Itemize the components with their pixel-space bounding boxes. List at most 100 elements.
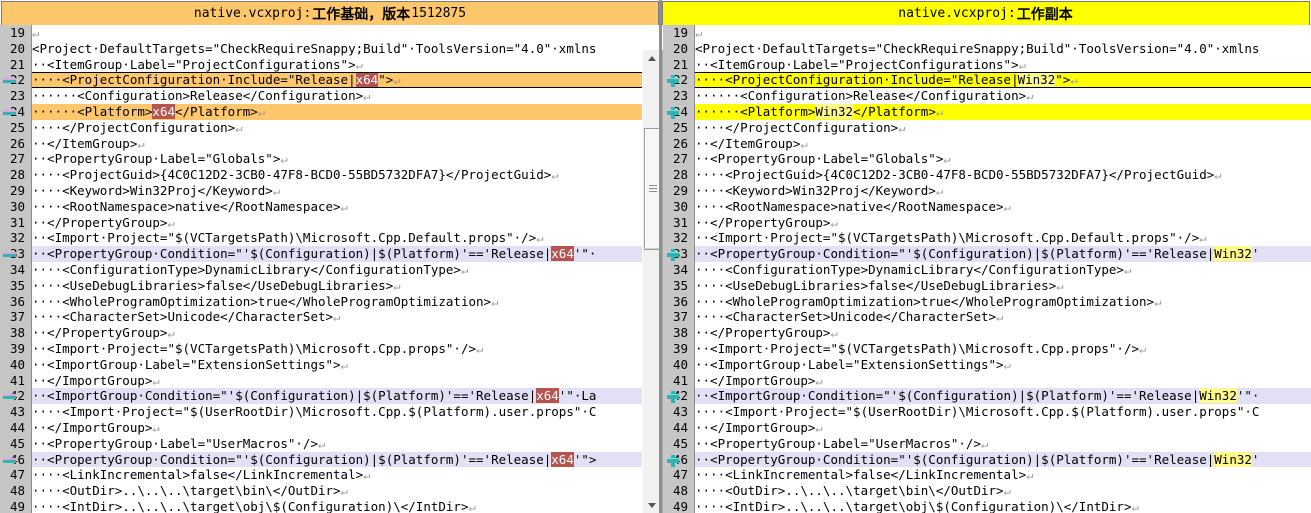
code-line-content: ··</PropertyGroup>↵ — [695, 215, 838, 232]
code-line[interactable]: 33 ··<PropertyGroup·Condition="'$(Configu… — [0, 246, 660, 262]
code-text-prefix: ··<ImportGroup·Condition="'$(Configurati… — [32, 388, 537, 404]
code-line[interactable]: 34 ····<ConfigurationType>DynamicLibrary<… — [663, 262, 1311, 278]
left-vertical-scrollbar[interactable] — [642, 50, 660, 513]
line-number: 30 — [9, 198, 25, 214]
code-line[interactable]: 43 ····<Import·Project="$(UserRootDir)\Mi… — [663, 404, 1311, 420]
code-text-suffix: '"· — [1236, 388, 1260, 404]
code-line[interactable]: 30 ····<RootNamespace>native</RootNamespa… — [663, 199, 1311, 215]
code-line[interactable]: 41 ··</ImportGroup>↵ — [663, 373, 1311, 389]
line-number: 37 — [9, 309, 25, 325]
code-line[interactable]: 29 ····<Keyword>Win32Proj</Keyword>↵ — [0, 183, 660, 199]
left-code-area[interactable]: 19 ↵ 20 <Project·DefaultTargets="CheckRequi… — [0, 25, 660, 513]
code-line[interactable]: 22 ····<ProjectConfiguration·Include="Rel… — [663, 72, 1311, 89]
code-line[interactable]: 38 ··</PropertyGroup>↵ — [663, 325, 1311, 341]
code-line[interactable]: 32 ··<Import·Project="$(VCTargetsPath)\Mi… — [0, 230, 660, 246]
line-ending-icon: ↵ — [355, 57, 363, 72]
code-line[interactable]: 19 ↵ — [0, 25, 660, 41]
code-line[interactable]: 36 ····<WholeProgramOptimization>true</Wh… — [0, 294, 660, 310]
code-line[interactable]: 28 ····<ProjectGuid>{4C0C12D2-3CB0-47F8-B… — [663, 167, 1311, 183]
code-line[interactable]: 24 ······<Platform>Win32</Platform>↵ — [663, 104, 1311, 120]
code-line[interactable]: 44 ··</ImportGroup>↵ — [663, 420, 1311, 436]
code-line[interactable]: 46 ··<PropertyGroup·Condition="'$(Configu… — [663, 451, 1311, 468]
code-text: ····<LinkIncremental>false</LinkIncremen… — [32, 467, 364, 483]
code-line[interactable]: 38 ··</PropertyGroup>↵ — [0, 325, 660, 341]
line-number: 21 — [672, 56, 688, 72]
code-line-content: ····<UseDebugLibraries>false</UseDebugLi… — [32, 278, 400, 295]
code-line[interactable]: 23 ······<Configuration>Release</Configur… — [0, 88, 660, 104]
code-line[interactable]: 40 ··<ImportGroup·Label="ExtensionSetting… — [663, 357, 1311, 373]
code-line[interactable]: 44 ··</ImportGroup>↵ — [0, 420, 660, 436]
code-line[interactable]: 42 ··<ImportGroup·Condition="'$(Configura… — [0, 388, 660, 405]
code-line[interactable]: 31 ··</PropertyGroup>↵ — [663, 215, 1311, 231]
code-line[interactable]: 27 ··<PropertyGroup·Label="Globals">↵ — [0, 151, 660, 167]
code-line[interactable]: 46 ··<PropertyGroup·Condition="'$(Configu… — [0, 451, 660, 468]
code-line[interactable]: 29 ····<Keyword>Win32Proj</Keyword>↵ — [663, 183, 1311, 199]
line-number: 37 — [672, 309, 688, 325]
code-line[interactable]: 48 ····<OutDir>..\..\..\target\bin\</OutD… — [0, 483, 660, 499]
code-line[interactable]: 26 ··</ItemGroup>↵ — [0, 136, 660, 152]
code-text-suffix: "> — [378, 72, 394, 88]
code-line[interactable]: 28 ····<ProjectGuid>{4C0C12D2-3CB0-47F8-B… — [0, 167, 660, 183]
code-line[interactable]: 49 ····<IntDir>..\..\..\target\obj\$(Conf… — [663, 499, 1311, 513]
pane-divider[interactable] — [659, 0, 662, 513]
code-line-content: ··<Import·Project="$(VCTargetsPath)\Micr… — [32, 230, 543, 247]
code-line-content: ····<RootNamespace>native</RootNamespace… — [32, 199, 348, 216]
code-line[interactable]: 20 <Project·DefaultTargets="CheckRequireS… — [663, 41, 1311, 57]
code-line[interactable]: 33 ··<PropertyGroup·Condition="'$(Configu… — [663, 246, 1311, 262]
code-line[interactable]: 26 ··</ItemGroup>↵ — [663, 136, 1311, 152]
code-line[interactable]: 48 ····<OutDir>..\..\..\target\bin\</OutD… — [663, 483, 1311, 499]
code-line[interactable]: 39 ··<Import·Project="$(VCTargetsPath)\Mi… — [0, 341, 660, 357]
code-line[interactable]: 39 ··<Import·Project="$(VCTargetsPath)\Mi… — [663, 341, 1311, 357]
line-ending-icon: ↵ — [815, 373, 823, 388]
scroll-grip-icon — [649, 185, 657, 193]
code-text: ····<WholeProgramOptimization>true</Whol… — [32, 293, 492, 309]
code-line[interactable]: 43 ····<Import·Project="$(UserRootDir)\Mi… — [0, 404, 660, 420]
line-number: 43 — [672, 404, 688, 420]
line-ending-icon: ↵ — [1070, 73, 1078, 88]
code-line[interactable]: 42 ··<ImportGroup·Condition="'$(Configura… — [663, 388, 1311, 405]
scroll-up-button[interactable] — [643, 50, 660, 66]
code-line[interactable]: 22 ····<ProjectConfiguration·Include="Rel… — [0, 72, 660, 89]
code-line[interactable]: 19 ↵ — [663, 25, 1311, 41]
code-line[interactable]: 45 ··<PropertyGroup·Label="UserMacros"·/>… — [0, 436, 660, 452]
scroll-thumb[interactable] — [644, 128, 660, 250]
code-line[interactable]: 27 ··<PropertyGroup·Label="Globals">↵ — [663, 151, 1311, 167]
line-number: 38 — [9, 325, 25, 341]
code-line[interactable]: 35 ····<UseDebugLibraries>false</UseDebug… — [663, 278, 1311, 294]
code-line[interactable]: 36 ····<WholeProgramOptimization>true</Wh… — [663, 294, 1311, 310]
code-line[interactable]: 45 ··<PropertyGroup·Label="UserMacros"·/>… — [663, 436, 1311, 452]
code-line[interactable]: 49 ····<IntDir>..\..\..\target\obj\$(Conf… — [0, 499, 660, 513]
code-line[interactable]: 30 ····<RootNamespace>native</RootNamespa… — [0, 199, 660, 215]
code-line[interactable]: 21 ··<ItemGroup·Label="ProjectConfigurati… — [0, 57, 660, 73]
minus-icon — [3, 248, 17, 261]
line-ending-icon: ↵ — [695, 26, 703, 40]
code-line[interactable]: 25 ····</ProjectConfiguration>↵ — [0, 120, 660, 136]
code-line[interactable]: 32 ··<Import·Project="$(VCTargetsPath)\Mi… — [663, 230, 1311, 246]
code-line[interactable]: 20 <Project·DefaultTargets="CheckRequireS… — [0, 41, 660, 57]
code-line[interactable]: 47 ····<LinkIncremental>false</LinkIncrem… — [0, 467, 660, 483]
code-line[interactable]: 35 ····<UseDebugLibraries>false</UseDebug… — [0, 278, 660, 294]
line-number: 39 — [9, 341, 25, 356]
code-line[interactable]: 40 ··<ImportGroup·Label="ExtensionSetting… — [0, 357, 660, 373]
code-line[interactable]: 47 ····<LinkIncremental>false</LinkIncrem… — [663, 467, 1311, 483]
line-number: 23 — [9, 88, 25, 104]
code-line[interactable]: 23 ······<Configuration>Release</Configur… — [663, 88, 1311, 104]
code-line[interactable]: 24 ······<Platform>x64</Platform>↵ — [0, 104, 660, 120]
code-text: ··<ImportGroup·Label="ExtensionSettings"… — [695, 356, 1004, 372]
code-line[interactable]: 37 ····<CharacterSet>Unicode</CharacterSe… — [0, 309, 660, 325]
diff-token: x64 — [152, 104, 175, 119]
code-line[interactable]: 31 ··</PropertyGroup>↵ — [0, 215, 660, 231]
code-line[interactable]: 25 ····</ProjectConfiguration>↵ — [663, 120, 1311, 136]
line-ending-icon: ↵ — [1214, 168, 1222, 183]
code-line[interactable]: 34 ····<ConfigurationType>DynamicLibrary<… — [0, 262, 660, 278]
code-line[interactable]: 41 ··</ImportGroup>↵ — [0, 373, 660, 389]
scroll-down-button[interactable] — [643, 497, 660, 513]
code-line[interactable]: 21 ··<ItemGroup·Label="ProjectConfigurati… — [663, 57, 1311, 73]
diff-token: Win32 — [1214, 451, 1252, 467]
right-pane: native.vcxproj : 工作副本 19 ↵ 20 <Project·Defa… — [660, 0, 1311, 513]
right-pane-header: native.vcxproj : 工作副本 — [662, 1, 1310, 26]
code-line-content: ····<CharacterSet>Unicode</CharacterSet>… — [695, 309, 1003, 326]
right-code-area[interactable]: 19 ↵ 20 <Project·DefaultTargets="CheckRequi… — [660, 25, 1311, 513]
code-text: ··</ImportGroup> — [695, 420, 816, 435]
code-line[interactable]: 37 ····<CharacterSet>Unicode</CharacterSe… — [663, 309, 1311, 325]
